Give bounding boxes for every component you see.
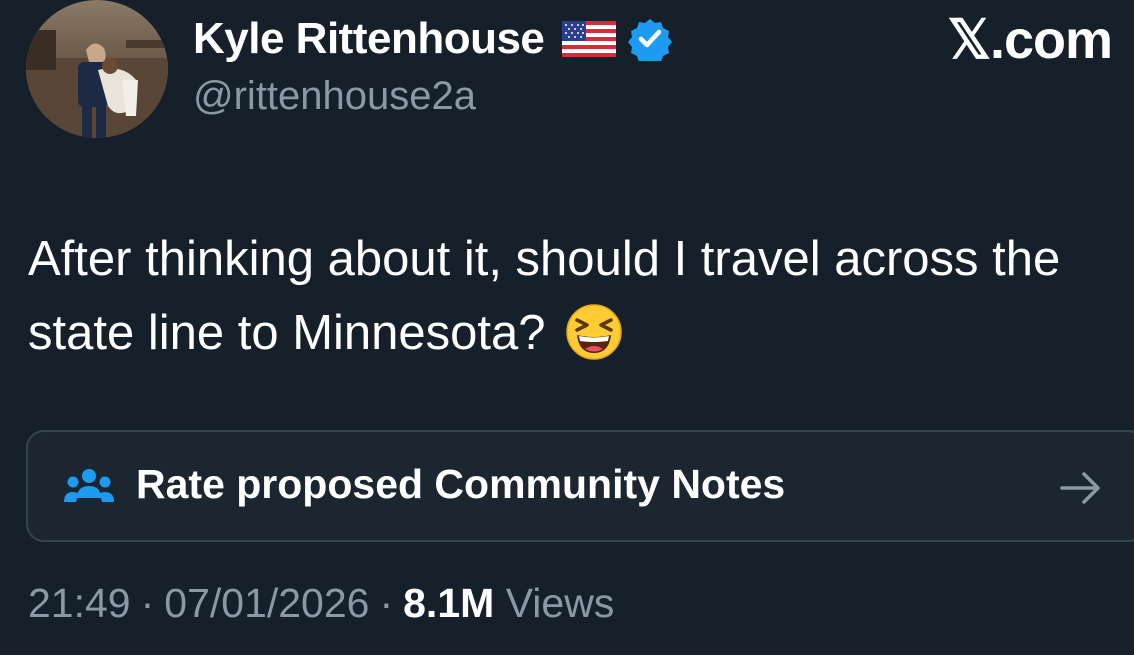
avatar[interactable]	[26, 0, 168, 138]
author-handle[interactable]: @rittenhouse2a	[193, 74, 476, 119]
avatar-photo	[26, 0, 168, 138]
people-icon	[64, 468, 114, 508]
views-count[interactable]: 8.1M	[403, 580, 494, 626]
separator-dot: ·	[379, 580, 394, 626]
tweet-body: After thinking about it, should I travel…	[28, 232, 1061, 360]
views-label: Views	[505, 580, 615, 626]
verified-badge-icon[interactable]	[628, 17, 673, 65]
community-notes-label: Rate proposed Community Notes	[136, 461, 786, 507]
display-name[interactable]: Kyle Rittenhouse	[193, 14, 545, 64]
tweet-time[interactable]: 21:49	[28, 580, 131, 626]
separator-dot: ·	[140, 580, 155, 626]
x-brand-logo: 𝕏.com	[947, 10, 1113, 70]
grinning-squinting-face-icon	[565, 303, 623, 361]
tweet-meta: 21:49 · 07/01/2026 · 8.1M Views	[28, 580, 614, 627]
us-flag-icon	[562, 21, 617, 57]
tweet-date[interactable]: 07/01/2026	[164, 580, 369, 626]
tweet-text: After thinking about it, should I travel…	[28, 222, 1118, 370]
community-notes-card[interactable]: Rate proposed Community Notes	[26, 430, 1134, 542]
arrow-right-icon	[1058, 468, 1104, 508]
author-name-row: Kyle Rittenhouse	[193, 12, 673, 66]
